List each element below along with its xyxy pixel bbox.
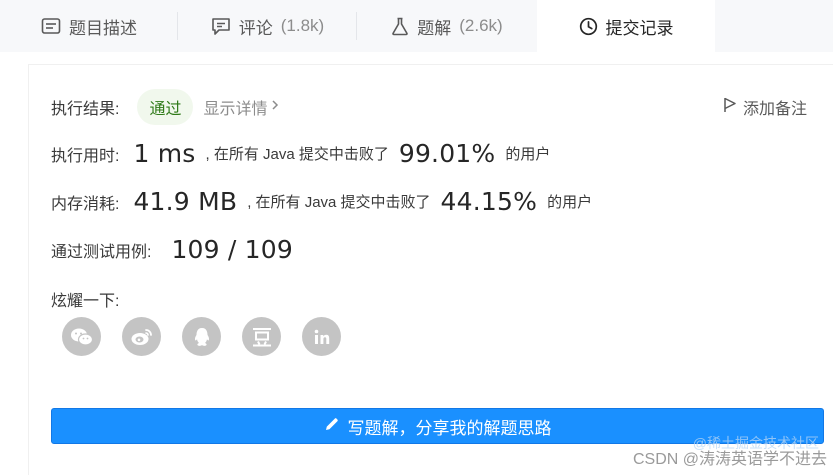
status-badge: 通过 (137, 89, 194, 125)
memory-label: 内存消耗: (51, 195, 120, 213)
tab-solutions-count: (2.6k) (459, 16, 503, 35)
pencil-icon (324, 416, 340, 437)
tab-solutions-label: 题解 (417, 18, 452, 38)
show-details-label: 显示详情 (203, 101, 268, 118)
result-label: 执行结果: (51, 101, 120, 118)
tab-submissions[interactable]: 提交记录 (537, 0, 715, 52)
tab-submissions-label: 提交记录 (605, 18, 674, 38)
clock-icon (579, 17, 598, 36)
linkedin-icon[interactable] (302, 317, 341, 356)
memory-mid-text: , 在所有 Java 提交中击败了 (247, 194, 431, 211)
memory-row: 内存消耗: 41.9 MB , 在所有 Java 提交中击败了 44.15% 的… (51, 187, 592, 216)
testcases-row: 通过测试用例: 109 / 109 (51, 235, 293, 264)
add-note-label: 添加备注 (742, 101, 807, 118)
show-details-link[interactable]: 显示详情 (203, 95, 279, 119)
tab-description-label: 题目描述 (69, 18, 137, 38)
csdn-watermark: CSDN @涛涛英语学不进去 (632, 451, 827, 468)
add-note-button[interactable]: 添加备注 (723, 95, 807, 119)
chevron-right-icon (271, 98, 279, 116)
write-solution-label: 写题解，分享我的解题思路 (347, 418, 552, 438)
testcases-value: 109 / 109 (171, 235, 294, 264)
runtime-label: 执行用时: (51, 147, 120, 165)
memory-percent: 44.15% (440, 187, 538, 216)
weibo-icon[interactable] (122, 317, 161, 356)
qq-icon[interactable] (182, 317, 221, 356)
tab-comments-label: 评论 (238, 18, 273, 38)
runtime-percent: 99.01% (398, 139, 496, 168)
douban-icon[interactable] (242, 317, 281, 356)
wechat-icon[interactable] (62, 317, 101, 356)
runtime-suffix: 的用户 (505, 146, 551, 163)
tab-comments-count: (1.8k) (280, 16, 325, 35)
share-icons (62, 317, 341, 356)
tab-solutions[interactable]: 题解 (2.6k) (357, 0, 537, 52)
tab-description[interactable]: 题目描述 (0, 0, 178, 52)
memory-value: 41.9 MB (133, 187, 238, 216)
tab-comments[interactable]: 评论 (1.8k) (178, 0, 357, 52)
runtime-value: 1 ms (133, 139, 196, 168)
flask-icon (391, 17, 409, 36)
runtime-row: 执行用时: 1 ms , 在所有 Java 提交中击败了 99.01% 的用户 (51, 139, 550, 168)
tab-bar: 题目描述 评论 (1.8k) 题解 (2.6k) 提交记录 (0, 0, 833, 52)
runtime-mid-text: , 在所有 Java 提交中击败了 (205, 146, 389, 163)
comment-icon (211, 17, 231, 36)
memory-suffix: 的用户 (547, 194, 593, 211)
share-label: 炫耀一下: (51, 293, 120, 310)
flag-icon (723, 97, 737, 118)
share-row: 炫耀一下: (51, 287, 119, 311)
result-row: 执行结果: 通过 显示详情 (51, 89, 279, 125)
testcases-label: 通过测试用例: (51, 243, 152, 261)
submission-result-card: 执行结果: 通过 显示详情 添加备注 执行用时: 1 ms , 在所有 Java… (28, 64, 833, 475)
description-icon (41, 17, 61, 35)
